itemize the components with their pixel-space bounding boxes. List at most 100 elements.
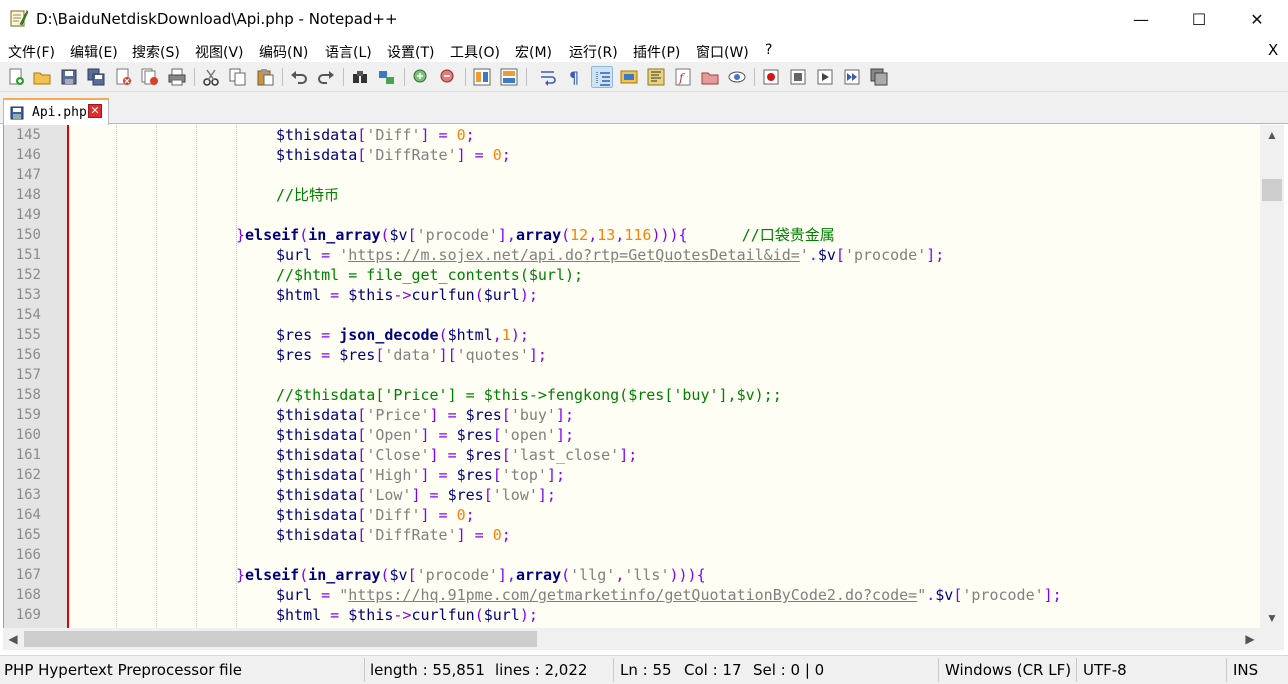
code-line: 160 $thisdata['Open'] = $res['open']; [4, 425, 1260, 445]
code-editor[interactable]: 145 $thisdata['Diff'] = 0; 146 $thisdata['D… [3, 125, 1260, 628]
stop-macro-icon[interactable] [787, 66, 809, 88]
code-line: 156 $res = $res['data']['quotes']; [4, 345, 1260, 365]
code-text: $html = $this->curlfun($url); [276, 286, 538, 304]
code-line: 166 [4, 545, 1260, 565]
scroll-down-arrow-icon[interactable]: ▼ [1260, 608, 1284, 628]
line-number: 164 [15, 507, 41, 523]
zoom-out-icon[interactable] [437, 66, 459, 88]
save-macro-icon[interactable] [868, 66, 890, 88]
code-line: 145 $thisdata['Diff'] = 0; [4, 125, 1260, 145]
scroll-up-arrow-icon[interactable]: ▲ [1260, 125, 1284, 145]
menu-tools[interactable]: 工具(O) [450, 42, 500, 62]
scroll-left-arrow-icon[interactable]: ◀ [3, 628, 23, 650]
line-number: 157 [15, 367, 41, 383]
word-wrap-icon[interactable] [537, 66, 559, 88]
indent-guide-icon[interactable] [591, 66, 613, 88]
folder-workspace-icon[interactable] [699, 66, 721, 88]
code-text: $html = $this->curlfun($url); [276, 606, 538, 624]
menu-help[interactable]: ? [765, 42, 772, 58]
redo-icon[interactable] [315, 66, 337, 88]
code-line: 168 $url = "https://hq.91pme.com/getmarke… [4, 585, 1260, 605]
sync-horizontal-icon[interactable] [498, 66, 520, 88]
menu-encoding[interactable]: 编码(N) [259, 42, 308, 62]
code-text: //比特币 [276, 186, 340, 204]
status-eol: Windows (CR LF) [945, 661, 1072, 679]
code-line: 146 $thisdata['DiffRate'] = 0; [4, 145, 1260, 165]
horizontal-scroll-thumb[interactable] [24, 631, 537, 647]
close-window-button[interactable]: ✕ [1228, 0, 1286, 38]
line-number: 163 [15, 487, 41, 503]
status-lines: lines : 2,022 [495, 661, 588, 679]
code-line: 161 $thisdata['Close'] = $res['last_close… [4, 445, 1260, 465]
line-number: 169 [15, 607, 41, 623]
maximize-button[interactable]: ☐ [1170, 0, 1228, 38]
sync-vertical-icon[interactable] [471, 66, 493, 88]
code-text: $thisdata['Diff'] = 0; [276, 126, 475, 144]
menu-settings[interactable]: 设置(T) [387, 42, 434, 62]
vertical-scroll-thumb[interactable] [1262, 179, 1282, 201]
code-line: 163 $thisdata['Low'] = $res['low']; [4, 485, 1260, 505]
line-number: 161 [15, 447, 41, 463]
scroll-right-arrow-icon[interactable]: ▶ [1240, 628, 1260, 650]
line-number: 147 [15, 167, 41, 183]
line-number: 149 [15, 207, 41, 223]
save-all-icon[interactable] [85, 66, 107, 88]
horizontal-scrollbar[interactable]: ◀ ▶ [3, 628, 1260, 650]
line-number: 148 [15, 187, 41, 203]
code-text: $thisdata['Open'] = $res['open']; [276, 426, 575, 444]
menu-macro[interactable]: 宏(M) [515, 42, 552, 62]
line-number: 146 [15, 147, 41, 163]
vertical-scrollbar[interactable]: ▲ ▼ [1260, 125, 1284, 628]
close-all-icon[interactable] [139, 66, 161, 88]
open-file-icon[interactable] [31, 66, 53, 88]
line-number: 150 [15, 227, 41, 243]
menu-window[interactable]: 窗口(W) [696, 42, 749, 62]
record-macro-icon[interactable] [760, 66, 782, 88]
code-line: 147 [4, 165, 1260, 185]
find-icon[interactable] [349, 66, 371, 88]
line-number: 158 [15, 387, 41, 403]
monitor-icon[interactable] [726, 66, 748, 88]
play-macro-icon[interactable] [814, 66, 836, 88]
line-number: 154 [15, 307, 41, 323]
new-file-icon[interactable] [5, 66, 27, 88]
code-line: 159 $thisdata['Price'] = $res['buy']; [4, 405, 1260, 425]
tab-api-php[interactable]: Api.php ✕ [3, 98, 109, 125]
close-icon[interactable] [112, 66, 134, 88]
menu-run[interactable]: 运行(R) [569, 42, 618, 62]
print-icon[interactable] [166, 66, 188, 88]
menu-edit[interactable]: 编辑(E) [70, 42, 118, 62]
code-line: 154 [4, 305, 1260, 325]
menu-plugins[interactable]: 插件(P) [633, 42, 680, 62]
user-defined-lang-icon[interactable] [618, 66, 640, 88]
zoom-in-icon[interactable] [410, 66, 432, 88]
doc-map-icon[interactable] [645, 66, 667, 88]
copy-icon[interactable] [227, 66, 249, 88]
code-text: $thisdata['DiffRate'] = 0; [276, 526, 511, 544]
replace-icon[interactable] [376, 66, 398, 88]
close-document-button[interactable]: X [1268, 41, 1278, 59]
status-file-type: PHP Hypertext Preprocessor file [4, 661, 243, 679]
code-text: $res = $res['data']['quotes']; [276, 346, 547, 364]
tab-close-button[interactable]: ✕ [88, 104, 102, 118]
minimize-button[interactable]: — [1112, 0, 1170, 38]
code-line: 148 //比特币 [4, 185, 1260, 205]
menu-search[interactable]: 搜索(S) [132, 42, 180, 62]
menu-bar: 文件(F) 编辑(E) 搜索(S) 视图(V) 编码(N) 语言(L) 设置(T… [0, 38, 1288, 62]
undo-icon[interactable] [288, 66, 310, 88]
status-encoding: UTF-8 [1083, 661, 1127, 679]
show-all-chars-icon[interactable]: ¶ [564, 66, 586, 88]
run-macro-multiple-icon[interactable] [841, 66, 863, 88]
function-list-icon[interactable]: f [672, 66, 694, 88]
code-line: 153 $html = $this->curlfun($url); [4, 285, 1260, 305]
code-line: 169 $html = $this->curlfun($url); [4, 605, 1260, 625]
line-number: 159 [15, 407, 41, 423]
menu-file[interactable]: 文件(F) [8, 42, 55, 62]
save-icon[interactable] [58, 66, 80, 88]
code-text: $url = 'https://m.sojex.net/api.do?rtp=G… [276, 246, 945, 264]
paste-icon[interactable] [254, 66, 276, 88]
notepad-plus-plus-logo-icon [10, 10, 29, 27]
menu-language[interactable]: 语言(L) [325, 42, 372, 62]
cut-icon[interactable] [200, 66, 222, 88]
menu-view[interactable]: 视图(V) [195, 42, 244, 62]
